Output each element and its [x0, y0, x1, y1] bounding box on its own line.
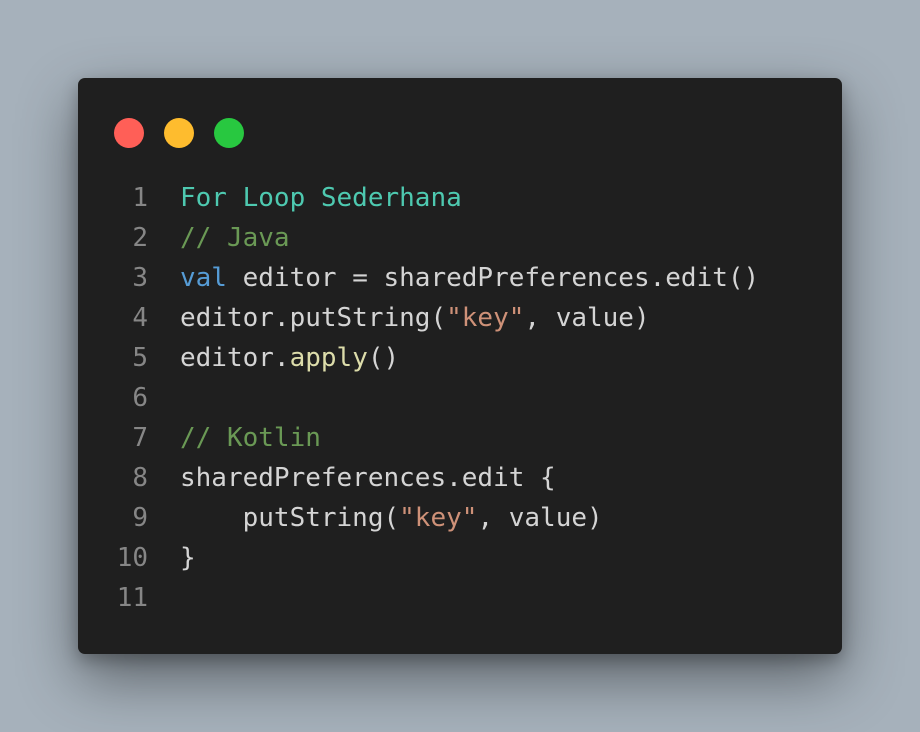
- code-line: 9 putString("key", value): [78, 498, 842, 538]
- code-line: 3 val editor = sharedPreferences.edit(): [78, 258, 842, 298]
- code-token-plain: }: [180, 543, 196, 573]
- close-dot-icon[interactable]: [114, 118, 144, 148]
- line-content: val editor = sharedPreferences.edit(): [180, 258, 759, 298]
- line-content: // Kotlin: [180, 418, 321, 458]
- line-number: 3: [132, 263, 148, 293]
- code-token-str: "key": [446, 303, 525, 333]
- line-number: 6: [132, 383, 148, 413]
- code-line: 1 For Loop Sederhana: [78, 178, 842, 218]
- line-number: 2: [132, 223, 148, 253]
- line-number: 10: [116, 543, 148, 573]
- minimize-dot-icon[interactable]: [164, 118, 194, 148]
- line-content: editor.apply(): [180, 338, 399, 378]
- code-line: 8 sharedPreferences.edit {: [78, 458, 842, 498]
- code-window: 1 For Loop Sederhana 2 // Java 3 val editor =…: [78, 78, 842, 654]
- code-token-str: "key": [399, 503, 478, 533]
- maximize-dot-icon[interactable]: [214, 118, 244, 148]
- code-token-plain: sharedPreferences.edit {: [180, 463, 556, 493]
- code-token-plain: putString(: [180, 503, 400, 533]
- code-token-title: For Loop Sederhana: [180, 183, 462, 213]
- line-content: }: [180, 538, 196, 578]
- code-token-plain: editor.: [180, 343, 290, 373]
- line-number: 4: [132, 303, 148, 333]
- line-content: For Loop Sederhana: [180, 178, 462, 218]
- line-number: 7: [132, 423, 148, 453]
- code-token-plain: editor.putString(: [180, 303, 447, 333]
- line-content: putString("key", value): [180, 498, 603, 538]
- code-token-comment: // Java: [180, 223, 290, 253]
- line-content: editor.putString("key", value): [180, 298, 650, 338]
- line-content: sharedPreferences.edit {: [180, 458, 556, 498]
- line-number: 8: [132, 463, 148, 493]
- code-token-plain: (): [367, 343, 400, 373]
- line-number: 1: [132, 183, 148, 213]
- code-line: 2 // Java: [78, 218, 842, 258]
- code-token-fn: apply: [289, 343, 368, 373]
- code-line: 7 // Kotlin: [78, 418, 842, 458]
- code-token-plain: editor = sharedPreferences.edit(): [226, 263, 760, 293]
- code-line: 5 editor.apply(): [78, 338, 842, 378]
- code-editor: 1 For Loop Sederhana 2 // Java 3 val editor =…: [78, 178, 842, 618]
- code-line: 10}: [78, 538, 842, 578]
- line-number: 5: [132, 343, 148, 373]
- code-token-kw: val: [180, 263, 227, 293]
- code-token-comment: // Kotlin: [180, 423, 321, 453]
- code-line: 11: [78, 578, 842, 618]
- code-line: 6: [78, 378, 842, 418]
- code-token-plain: , value): [524, 303, 650, 333]
- code-line: 4 editor.putString("key", value): [78, 298, 842, 338]
- code-token-plain: , value): [477, 503, 603, 533]
- line-content: // Java: [180, 218, 290, 258]
- line-number: 9: [132, 503, 148, 533]
- line-number: 11: [116, 583, 148, 613]
